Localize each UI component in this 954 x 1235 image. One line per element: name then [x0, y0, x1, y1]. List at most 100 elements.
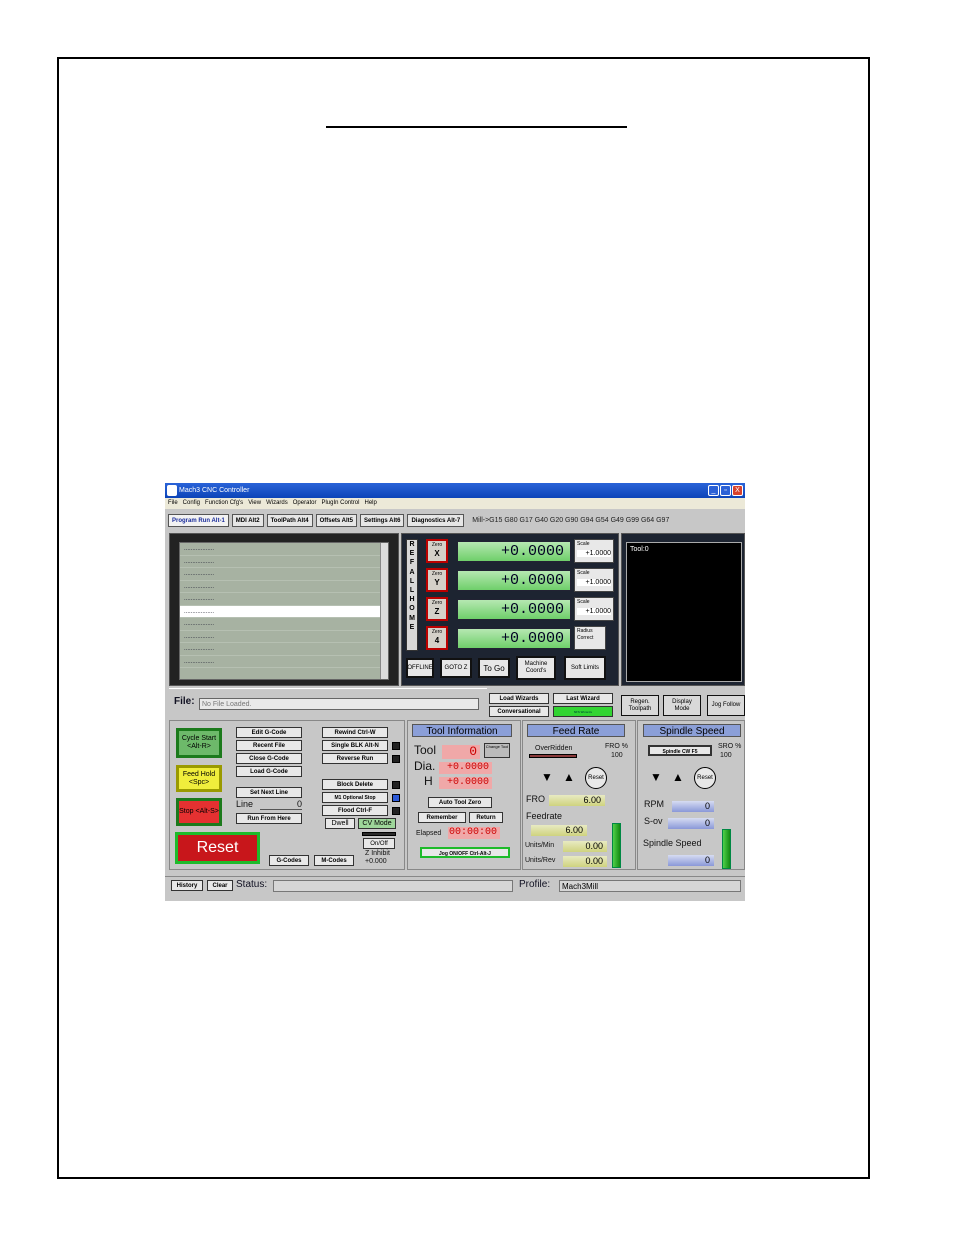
- change-tool-button[interactable]: Change Tool: [484, 743, 510, 758]
- spindle-up-icon[interactable]: ▲: [672, 771, 684, 783]
- feed-rate-section: Feed Rate OverRidden FRO % 100 ▼ ▲ Reset…: [522, 720, 636, 870]
- diameter-value[interactable]: +0.0000: [439, 762, 492, 774]
- regen-toolpath-button[interactable]: Regen. Toolpath: [621, 695, 659, 716]
- set-next-line-button[interactable]: Set Next Line: [236, 787, 302, 798]
- remember-button[interactable]: Remember: [418, 812, 466, 823]
- auto-tool-zero-button[interactable]: Auto Tool Zero: [428, 797, 492, 808]
- to-go-button[interactable]: To Go: [478, 658, 510, 678]
- last-wizard-button[interactable]: Last Wizard: [553, 693, 613, 704]
- y-scale[interactable]: Scale +1.0000: [574, 568, 614, 592]
- goto-z-button[interactable]: GOTO Z: [440, 658, 472, 678]
- clear-button[interactable]: Clear: [207, 880, 233, 891]
- menu-config[interactable]: Config: [183, 498, 200, 509]
- block-delete-button[interactable]: Block Delete: [322, 779, 388, 790]
- return-button[interactable]: Return: [469, 812, 503, 823]
- sov-value[interactable]: 0: [668, 818, 714, 829]
- modal-status-line: Mill->G15 G80 G17 G40 G20 G90 G94 G54 G4…: [472, 516, 670, 524]
- toolpath-display[interactable]: Tool:0: [626, 542, 742, 682]
- fro-value[interactable]: 6.00: [549, 795, 605, 806]
- maximize-button[interactable]: ▫: [720, 485, 731, 496]
- spindle-speed-section: Spindle Speed Spindle CW F5 SRO % 100 ▼ …: [637, 720, 745, 870]
- single-block-button[interactable]: Single BLK Alt-N: [322, 740, 388, 751]
- menu-view[interactable]: View: [248, 498, 261, 509]
- height-value[interactable]: +0.0000: [439, 777, 492, 789]
- cycle-start-button[interactable]: Cycle Start <Alt-R>: [176, 728, 222, 758]
- spindle-speed-value[interactable]: 0: [668, 855, 714, 866]
- zero-y-button[interactable]: Zero Y: [426, 568, 448, 592]
- menu-file[interactable]: File: [168, 498, 178, 509]
- z-inhibit-onoff-button[interactable]: On/Off: [363, 838, 395, 849]
- tab-program-run[interactable]: Program Run Alt-1: [168, 513, 229, 527]
- close-button[interactable]: X: [732, 485, 743, 496]
- conversational-button[interactable]: Conversational: [489, 706, 549, 717]
- stop-button[interactable]: Stop <Alt-S>: [176, 798, 222, 826]
- flood-button[interactable]: Flood Ctrl-F: [322, 805, 388, 816]
- menu-help[interactable]: Help: [364, 498, 376, 509]
- feedrate-label: Feedrate: [526, 811, 563, 821]
- reverse-run-button[interactable]: Reverse Run: [322, 753, 388, 764]
- units-min-label: Units/Min: [525, 842, 555, 849]
- load-gcode-button[interactable]: Load G-Code: [236, 766, 302, 777]
- gcode-scrollbar[interactable]: [380, 543, 388, 679]
- menu-function-cfgs[interactable]: Function Cfg's: [205, 498, 243, 509]
- soft-limits-button[interactable]: Soft Limits: [564, 656, 606, 680]
- menu-wizards[interactable]: Wizards: [266, 498, 288, 509]
- ref-all-home-button[interactable]: R E F A L L H O M E: [406, 539, 418, 651]
- profile-value: Mach3Mill: [559, 880, 741, 892]
- line-value[interactable]: 0: [260, 799, 302, 810]
- display-mode-button[interactable]: Display Mode: [663, 695, 701, 716]
- rewind-button[interactable]: Rewind Ctrl-W: [322, 727, 388, 738]
- offline-button[interactable]: OFFLINE: [406, 658, 434, 678]
- z-scale[interactable]: Scale +1.0000: [574, 597, 614, 621]
- tab-mdi[interactable]: MDI Alt2: [231, 513, 264, 527]
- a-dro[interactable]: +0.0000: [457, 628, 571, 649]
- title-underline: [326, 126, 627, 128]
- jog-follow-button[interactable]: Jog Follow: [707, 695, 745, 716]
- m1-optional-stop-button[interactable]: M1 Optional Stop: [322, 792, 388, 803]
- gcode-line-current: ..................: [180, 605, 388, 618]
- reset-button[interactable]: Reset: [175, 832, 260, 864]
- jog-onoff-button[interactable]: Jog ON/OFF Ctrl-Alt-J: [420, 847, 510, 858]
- zero-x-button[interactable]: Zero X: [426, 539, 448, 563]
- feed-up-icon[interactable]: ▲: [563, 771, 575, 783]
- load-wizards-button[interactable]: Load Wizards: [489, 693, 549, 704]
- z-dro[interactable]: +0.0000: [457, 599, 571, 620]
- recent-file-button[interactable]: Recent File: [236, 740, 302, 751]
- tab-offsets[interactable]: Offsets Alt5: [315, 513, 358, 527]
- menu-operator[interactable]: Operator: [293, 498, 317, 509]
- tab-toolpath[interactable]: ToolPath Alt4: [266, 513, 313, 527]
- gcodes-button[interactable]: G-Codes: [269, 855, 309, 866]
- feed-down-icon[interactable]: ▼: [541, 771, 553, 783]
- tab-diagnostics[interactable]: Diagnostics Alt-7: [407, 513, 465, 527]
- mcodes-button[interactable]: M-Codes: [314, 855, 354, 866]
- nfs-wizards-button[interactable]: NFS Wizards: [553, 706, 613, 717]
- gcode-list[interactable]: .................. .................. ..…: [179, 542, 389, 680]
- scale-value: +1.0000: [577, 579, 611, 586]
- feed-reset-button[interactable]: Reset: [585, 767, 607, 789]
- feedrate-value[interactable]: 6.00: [531, 825, 587, 836]
- run-from-here-button[interactable]: Run From Here: [236, 813, 302, 824]
- x-dro[interactable]: +0.0000: [457, 541, 571, 562]
- edit-gcode-button[interactable]: Edit G-Code: [236, 727, 302, 738]
- zero-4-button[interactable]: Zero 4: [426, 626, 448, 650]
- program-control-section: Cycle Start <Alt-R> Feed Hold <Spc> Stop…: [169, 720, 405, 870]
- history-button[interactable]: History: [171, 880, 203, 891]
- y-dro[interactable]: +0.0000: [457, 570, 571, 591]
- profile-label: Profile:: [519, 879, 551, 890]
- x-scale[interactable]: Scale +1.0000: [574, 539, 614, 563]
- tool-number-value[interactable]: 0: [442, 745, 480, 759]
- spindle-reset-button[interactable]: Reset: [694, 767, 716, 789]
- minimize-button[interactable]: _: [708, 485, 719, 496]
- spindle-down-icon[interactable]: ▼: [650, 771, 662, 783]
- close-gcode-button[interactable]: Close G-Code: [236, 753, 302, 764]
- refall-letter: F: [409, 559, 415, 567]
- tab-settings[interactable]: Settings Alt6: [360, 513, 405, 527]
- radius-correct-button[interactable]: Radius Correct: [574, 626, 606, 650]
- machine-coords-button[interactable]: Machine Coord's: [516, 656, 556, 680]
- feed-hold-button[interactable]: Feed Hold <Spc>: [176, 765, 222, 792]
- zero-z-button[interactable]: Zero Z: [426, 597, 448, 621]
- spindle-cw-button[interactable]: Spindle CW F5: [648, 745, 712, 756]
- mach3-screenshot: Mach3 CNC Controller _ ▫ X File Config F…: [165, 483, 745, 901]
- menu-plugin-control[interactable]: PlugIn Control: [321, 498, 359, 509]
- scale-label: Scale: [577, 599, 590, 605]
